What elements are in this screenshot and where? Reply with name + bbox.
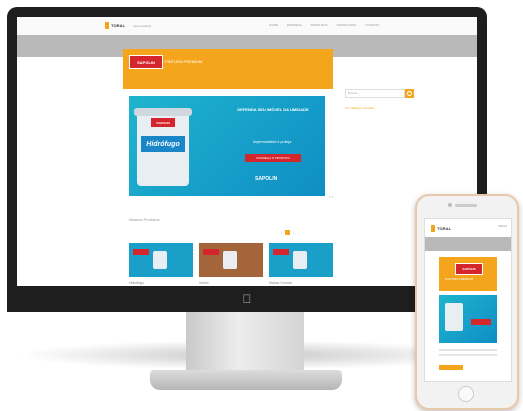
pager-next-button[interactable]: ›	[293, 231, 294, 235]
product-cards: Hidrófugo Verniz Massa Corrida	[129, 243, 333, 285]
text-line	[439, 354, 497, 356]
can-brand-logo: SAPOLIN	[151, 118, 175, 127]
mobile-banner-caption: PINTURA PREMIUM	[445, 277, 474, 281]
monitor-stand-base	[150, 370, 342, 390]
pager-prev-button[interactable]: ‹	[281, 231, 282, 235]
phone-speaker	[455, 204, 477, 207]
site-header: TORAL santo antônio HOME EMPRESA PRODUTO…	[17, 17, 477, 36]
logo-mark-icon	[431, 225, 435, 232]
product-card[interactable]: Verniz	[199, 243, 263, 285]
product-can-image: SAPOLIN Hidrófugo	[134, 108, 192, 186]
hero-headline: DEFENDA SEU IMÓVEL DA UMIDADE	[237, 107, 309, 112]
nav-item-downloads[interactable]: DOWNLOADS	[337, 23, 357, 27]
mobile-hero[interactable]	[439, 295, 497, 343]
search-button[interactable]	[405, 89, 414, 98]
mobile-brand-logo: SAPOLIN	[455, 263, 483, 275]
can-lid	[134, 108, 192, 116]
card-caption: Verniz	[199, 281, 209, 285]
hero-brand-footer: SAPOLIN	[255, 176, 278, 182]
apple-logo-icon: 	[243, 292, 252, 306]
hero-subtitle: Impermeabilize e proteja	[252, 140, 292, 144]
card-brand-logo	[133, 249, 149, 255]
card-brand-logo	[203, 249, 219, 255]
card-caption: Hidrófugo	[129, 281, 145, 285]
products-pager: ‹ ›	[281, 230, 294, 235]
site-logo[interactable]: TORAL santo antônio	[105, 22, 151, 29]
mobile-text-lines	[439, 349, 497, 359]
desktop-screen: TORAL santo antônio HOME EMPRESA PRODUTO…	[17, 17, 477, 302]
card-product-image	[293, 251, 307, 269]
mobile-phone: TORAL MENU SAPOLIN PINTURA PREMIUM	[415, 194, 519, 410]
nav-item-home[interactable]: HOME	[269, 23, 278, 27]
search-input[interactable]: Buscar...	[345, 89, 405, 98]
sidebar-link[interactable]: Ver catálogo completo	[345, 106, 375, 110]
pager-active-dot[interactable]	[285, 230, 290, 235]
hero-cta-button[interactable]: CONHEÇA O PRODUTO	[245, 154, 301, 162]
site-nav: HOME EMPRESA PRODUTOS DOWNLOADS CONTATO	[269, 23, 379, 27]
hero-carousel[interactable]: SAPOLIN Hidrófugo DEFENDA SEU IMÓVEL DA …	[129, 96, 333, 199]
card-caption: Massa Corrida	[269, 281, 292, 285]
mobile-brand-banner: SAPOLIN PINTURA PREMIUM	[439, 257, 497, 291]
phone-screen: TORAL MENU SAPOLIN PINTURA PREMIUM	[424, 218, 512, 382]
card-product-image	[223, 251, 237, 269]
mobile-logo-text: TORAL	[437, 226, 452, 231]
mobile-hero-cta[interactable]	[471, 319, 491, 325]
mobile-action-button[interactable]	[439, 365, 463, 370]
can-product-label: Hidrófugo	[141, 136, 185, 152]
monitor-stand-neck	[186, 312, 304, 378]
nav-item-produtos[interactable]: PRODUTOS	[311, 23, 328, 27]
logo-subtitle: santo antônio	[133, 23, 152, 28]
brand-banner: SAPOLIN PINTURA PREMIUM	[123, 49, 333, 89]
logo-mark-icon	[105, 22, 109, 29]
product-card[interactable]: Massa Corrida	[269, 243, 333, 285]
carousel-controls[interactable]: ‹ ›	[329, 194, 333, 199]
phone-home-button[interactable]	[458, 386, 474, 402]
logo-text: TORAL	[111, 23, 126, 28]
nav-item-contato[interactable]: CONTATO	[365, 23, 379, 27]
product-card[interactable]: Hidrófugo	[129, 243, 193, 285]
mobile-product-can-image	[445, 303, 463, 331]
mobile-menu-button[interactable]: MENU	[498, 224, 507, 228]
phone-camera-icon	[448, 203, 452, 207]
brand-logo: SAPOLIN	[129, 55, 163, 69]
banner-caption: PINTURA PREMIUM	[165, 59, 203, 64]
mobile-gray-band	[425, 237, 511, 251]
mobile-site-logo[interactable]: TORAL	[431, 225, 451, 232]
card-product-image	[153, 251, 167, 269]
section-title: Nossos Produtos	[129, 217, 160, 222]
text-line	[439, 349, 497, 351]
card-brand-logo	[273, 249, 289, 255]
nav-item-empresa[interactable]: EMPRESA	[287, 23, 302, 27]
